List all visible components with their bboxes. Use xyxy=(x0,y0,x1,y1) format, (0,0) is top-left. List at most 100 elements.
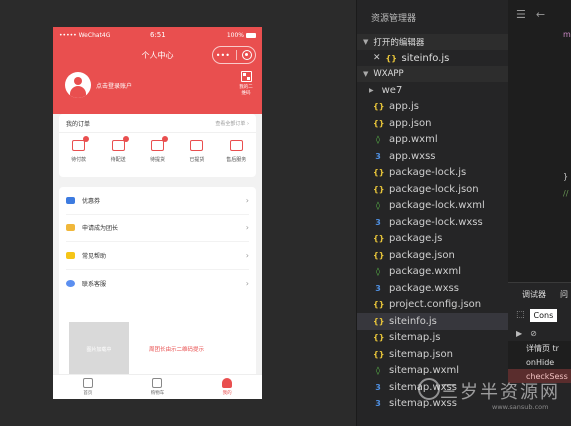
file-item[interactable]: 3 package.wxss xyxy=(357,280,508,297)
bottom-tab-bar: 首页 购物车 我的 xyxy=(53,374,262,399)
notification-badge xyxy=(122,136,129,142)
chevron-down-icon: ▼ xyxy=(363,70,369,78)
file-name: package-lock.json xyxy=(389,183,479,195)
avatar[interactable] xyxy=(65,72,91,98)
qr-code-button[interactable]: 我的二维码 xyxy=(238,71,254,96)
json-file-icon: {} xyxy=(373,184,385,194)
file-item[interactable]: {} package-lock.js xyxy=(357,165,508,182)
tab-debugger[interactable]: 调试器 xyxy=(522,289,546,300)
file-item[interactable]: 3 app.wxss xyxy=(357,148,508,165)
file-name: project.config.json xyxy=(389,299,482,311)
status-bar: ••••• WeChat4G 6:51 100% xyxy=(53,27,262,43)
mini-program-capsule[interactable]: ••• xyxy=(212,46,256,64)
file-name: package-lock.wxss xyxy=(389,216,483,228)
promo-image-text: 图片加载中 xyxy=(86,347,112,353)
file-item[interactable]: ◊ package-lock.wxml xyxy=(357,198,508,215)
file-item[interactable]: {} package.js xyxy=(357,231,508,248)
chevron-right-icon: › xyxy=(245,195,249,205)
user-icon xyxy=(222,378,233,388)
file-item[interactable]: {} app.json xyxy=(357,115,508,132)
file-item[interactable]: {} sitemap.json xyxy=(357,346,508,363)
file-name: package.js xyxy=(389,233,443,245)
tab-label: 我的 xyxy=(222,391,232,396)
qr-code-icon xyxy=(240,71,252,82)
js-file-icon: {} xyxy=(385,53,397,63)
json-file-icon: {} xyxy=(373,349,385,359)
order-pending-delivery[interactable]: 待配送 xyxy=(103,136,133,163)
battery-icon xyxy=(246,32,256,38)
page-title: 个人中心 xyxy=(141,50,174,60)
js-file-icon: {} xyxy=(373,168,385,178)
open-editor-item[interactable]: ✕ {} siteinfo.js xyxy=(357,50,508,66)
menu-item-contact[interactable]: 联系客服 › xyxy=(66,270,249,298)
file-item[interactable]: 3 package-lock.wxss xyxy=(357,214,508,231)
menu-item-coupons[interactable]: 优惠券 › xyxy=(66,187,249,215)
file-name: package-lock.wxml xyxy=(389,200,485,212)
clear-console-icon[interactable]: ⊘ xyxy=(530,329,537,338)
file-explorer: 资源管理器 ▼ 打开的编辑器 ✕ {} siteinfo.js ▼ WXAPP … xyxy=(356,0,508,426)
notification-badge xyxy=(83,136,90,142)
wxss-file-icon: 3 xyxy=(375,151,381,161)
tab-cart[interactable]: 购物车 xyxy=(137,375,177,399)
console-toolbar: ▶ ⊘ xyxy=(508,325,571,341)
file-item[interactable]: {} package.json xyxy=(357,247,508,264)
order-pending-payment[interactable]: 待付款 xyxy=(64,136,94,163)
truck-icon xyxy=(111,136,129,151)
order-item-label: 待提货 xyxy=(149,157,165,163)
file-item[interactable]: {} package-lock.json xyxy=(357,181,508,198)
folder-item[interactable]: ▶ we7 xyxy=(357,82,508,99)
sidebar-toggle-icon[interactable]: ▶ xyxy=(516,329,522,338)
watermark-logo-icon xyxy=(418,378,440,400)
file-name: package.json xyxy=(389,249,455,261)
file-item[interactable]: ◊ sitemap.wxml xyxy=(357,363,508,380)
tab-mine[interactable]: 我的 xyxy=(207,375,247,399)
view-all-orders-link[interactable]: 查看全部订单 › xyxy=(215,120,249,127)
project-section[interactable]: ▼ WXAPP xyxy=(357,66,508,82)
back-arrow-icon[interactable]: ← xyxy=(536,8,545,21)
menu-item-help[interactable]: 常见帮助 › xyxy=(66,242,249,270)
open-editors-section[interactable]: ▼ 打开的编辑器 xyxy=(357,34,508,50)
wxss-file-icon: 3 xyxy=(375,382,381,392)
file-item[interactable]: {} siteinfo.js xyxy=(357,313,508,330)
wxml-file-icon: ◊ xyxy=(376,366,380,376)
inspect-icon[interactable]: ⬚ xyxy=(516,310,525,320)
file-item[interactable]: ◊ package.wxml xyxy=(357,264,508,281)
order-pending-pickup[interactable]: 待提货 xyxy=(142,136,172,163)
tab-problems[interactable]: 问 xyxy=(560,289,568,300)
chevron-right-icon: › xyxy=(245,250,249,260)
file-item[interactable]: {} sitemap.js xyxy=(357,330,508,347)
file-name: app.wxml xyxy=(389,134,438,146)
section-label: 打开的编辑器 xyxy=(373,38,425,48)
order-picked-up[interactable]: 已提货 xyxy=(182,140,212,163)
order-status-list: 待付款 待配送 待提货 已提货 售后服务 xyxy=(59,133,256,163)
order-item-label: 待付款 xyxy=(71,157,87,163)
carrier-text: ••••• WeChat4G xyxy=(59,31,111,39)
promo-card: 图片加载中 周团长由示二维码提示 xyxy=(59,309,256,381)
close-target-icon[interactable] xyxy=(242,50,253,60)
json-file-icon: {} xyxy=(373,118,385,128)
file-item[interactable]: ◊ app.wxml xyxy=(357,132,508,149)
list-icon[interactable]: ☰ xyxy=(516,8,526,21)
file-name: package.wxss xyxy=(389,282,459,294)
tab-home[interactable]: 首页 xyxy=(68,375,108,399)
file-name: app.wxss xyxy=(389,150,436,162)
console-tab-bar: ⬚ Cons xyxy=(508,305,571,325)
crown-icon xyxy=(66,224,75,232)
close-icon[interactable]: ✕ xyxy=(373,53,381,63)
tab-console[interactable]: Cons xyxy=(529,308,558,322)
wxml-file-icon: ◊ xyxy=(376,135,380,145)
watermark-url: www.sansub.com xyxy=(492,403,549,411)
coupon-icon xyxy=(66,196,75,204)
order-after-sales[interactable]: 售后服务 xyxy=(221,140,251,163)
more-icon[interactable]: ••• xyxy=(216,51,230,60)
login-link[interactable]: 点击登录账户 xyxy=(96,81,132,90)
customer-service-icon xyxy=(66,279,75,287)
js-file-icon: {} xyxy=(373,234,385,244)
menu-item-label: 联系客服 xyxy=(82,280,107,288)
orders-card: 我的订单 查看全部订单 › 待付款 待配送 待提货 已提货 售后服务 xyxy=(59,114,256,177)
file-item[interactable]: {} project.config.json xyxy=(357,297,508,314)
avatar-head-shape xyxy=(74,77,82,85)
file-item[interactable]: {} app.js xyxy=(357,99,508,116)
tab-label: 购物车 xyxy=(150,391,165,396)
menu-item-become-leader[interactable]: 申请成为团长 › xyxy=(66,215,249,242)
